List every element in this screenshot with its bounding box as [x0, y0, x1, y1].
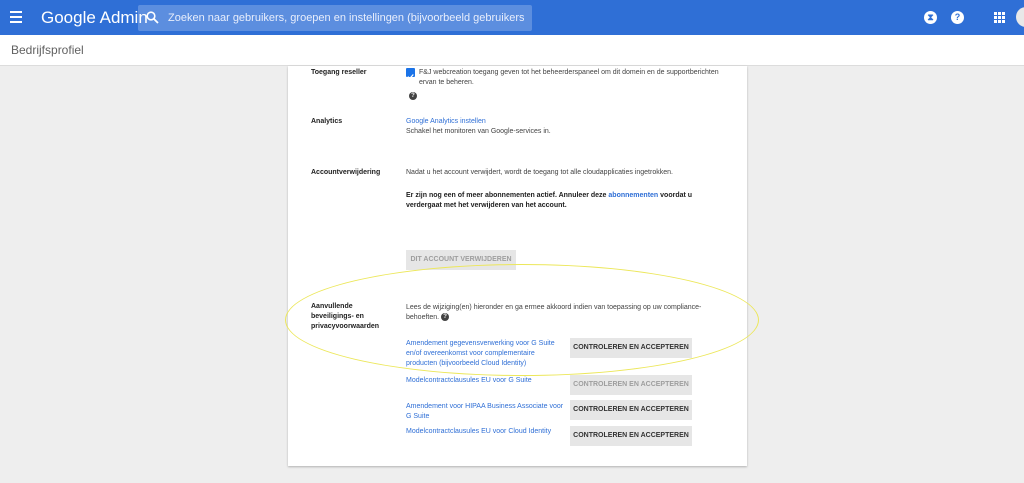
hourglass-icon[interactable]: ⧗ — [924, 11, 937, 24]
check-icon — [407, 74, 414, 80]
review-accept-button[interactable]: CONTROLEREN EN ACCEPTEREN — [570, 400, 692, 420]
reseller-checkbox[interactable] — [406, 68, 415, 80]
terms-item-link[interactable]: Modelcontractclausules EU voor G Suite — [406, 376, 566, 386]
reseller-text: F&J webcreation toegang geven tot het be… — [419, 69, 719, 86]
review-accept-button[interactable]: CONTROLEREN EN ACCEPTEREN — [570, 375, 692, 395]
account-removal-label: Accountverwijdering — [311, 169, 381, 176]
warning-text-pre: Er zijn nog een of meer abonnementen act… — [406, 192, 609, 199]
top-app-bar: Google Admin ⧗ ? — [0, 0, 1024, 35]
review-accept-button[interactable]: CONTROLEREN EN ACCEPTEREN — [570, 426, 692, 446]
page-header: Bedrijfsprofiel — [0, 35, 1024, 66]
account-removal-text: Nadat u het account verwijdert, wordt de… — [406, 169, 673, 176]
subscriptions-link[interactable]: abonnementen — [608, 192, 658, 199]
search-icon — [146, 11, 159, 24]
account-removal-warning: Er zijn nog een of meer abonnementen act… — [406, 191, 724, 211]
help-icon[interactable]: ? — [951, 11, 964, 24]
terms-item-link[interactable]: Amendement voor HIPAA Business Associate… — [406, 402, 566, 422]
menu-icon[interactable] — [10, 11, 22, 24]
app-title[interactable]: Google Admin — [41, 8, 148, 28]
page-title: Bedrijfsprofiel — [11, 43, 84, 57]
reseller-help-icon[interactable]: ? — [409, 87, 417, 105]
avatar[interactable] — [1016, 7, 1024, 27]
analytics-setup-link[interactable]: Google Analytics instellen — [406, 117, 486, 127]
terms-item-link[interactable]: Modelcontractclausules EU voor Cloud Ide… — [406, 427, 576, 437]
search-input[interactable] — [168, 9, 524, 27]
analytics-text: Schakel het monitoren van Google-service… — [406, 128, 551, 135]
apps-icon[interactable] — [994, 12, 1005, 23]
reseller-label: Toegang reseller — [311, 69, 367, 76]
highlight-ellipse — [285, 264, 759, 376]
analytics-label: Analytics — [311, 118, 343, 125]
search-box[interactable] — [138, 5, 532, 31]
